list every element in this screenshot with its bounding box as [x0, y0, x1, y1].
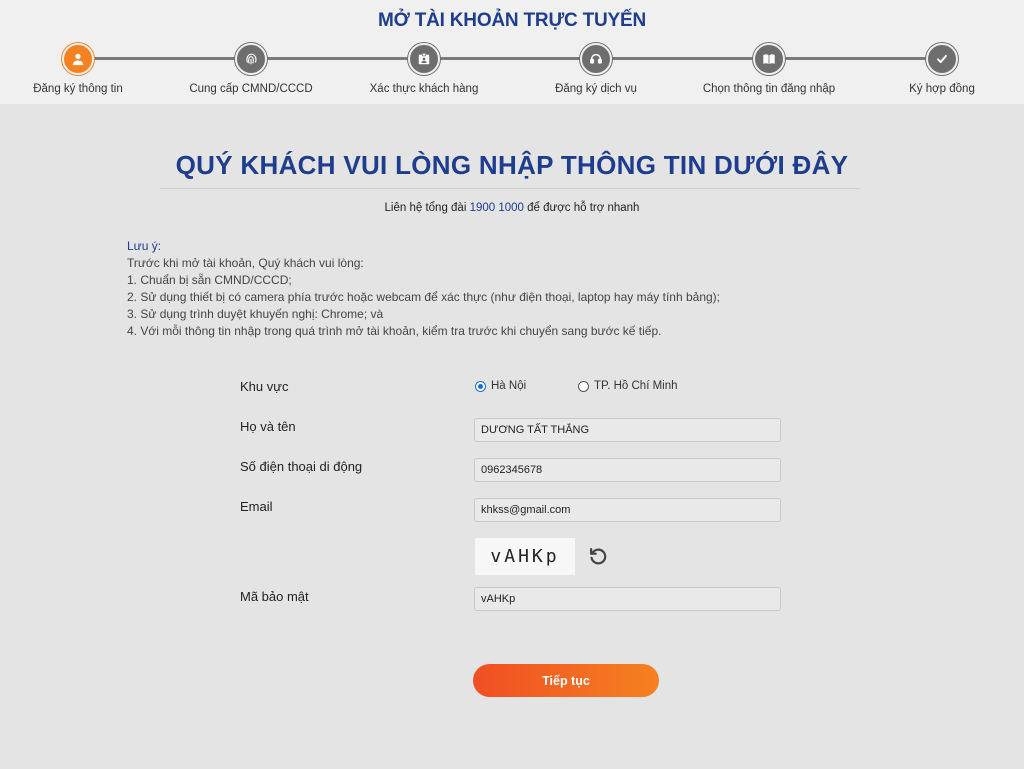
step-register-service: Đăng ký dịch vụ: [511, 43, 681, 95]
step-login-info: Chọn thông tin đăng nhập: [684, 43, 854, 95]
radio-hcm[interactable]: [578, 380, 589, 392]
region-option-hcm[interactable]: TP. Hồ Chí Minh: [578, 380, 678, 392]
notice-item: 3. Sử dụng trình duyệt khuyến nghị: Chro…: [127, 307, 384, 321]
region-option-label: TP. Hồ Chí Minh: [594, 380, 678, 392]
notice-title: Lưu ý:: [127, 239, 162, 253]
refresh-captcha-icon[interactable]: [587, 545, 609, 567]
notice-intro: Trước khi mở tài khoản, Quý khách vui lò…: [127, 256, 364, 270]
step-label: Chọn thông tin đăng nhập: [702, 83, 836, 95]
step-label: Đăng ký dịch vụ: [555, 83, 637, 95]
full-name-field[interactable]: DƯƠNG TẤT THẮNG: [474, 418, 781, 442]
step-label: Đăng ký thông tin: [33, 83, 123, 95]
hotline-prefix: Liên hệ tổng đài: [384, 202, 470, 214]
book-icon: [753, 43, 785, 75]
notice-block: Lưu ý: Trước khi mở tài khoản, Quý khách…: [127, 238, 720, 340]
phone-field[interactable]: 0962345678: [474, 458, 781, 482]
hotline-number[interactable]: 1900 1000: [470, 202, 524, 214]
security-code-label: Mã bảo mật: [240, 589, 309, 604]
page-title: QUÝ KHÁCH VUI LÒNG NHẬP THÔNG TIN DƯỚI Đ…: [175, 150, 849, 180]
check-icon: [926, 43, 958, 75]
step-provide-id: Cung cấp CMND/CCCD: [166, 43, 336, 95]
notice-item: 4. Với mỗi thông tin nhập trong quá trìn…: [127, 324, 662, 338]
region-option-hanoi[interactable]: Hà Nội: [475, 380, 526, 392]
page-header-title: MỞ TÀI KHOẢN TRỰC TUYẾN: [377, 10, 647, 31]
id-card-icon: [408, 43, 440, 75]
notice-item: 1. Chuẩn bị sẵn CMND/CCCD;: [127, 273, 292, 287]
full-name-label: Họ và tên: [240, 419, 296, 434]
step-sign-contract: Ký hợp đồng: [857, 43, 1024, 95]
security-code-field[interactable]: vAHKp: [474, 587, 781, 611]
progress-header: MỞ TÀI KHOẢN TRỰC TUYẾN Đăng ký thông ti…: [0, 0, 1024, 104]
hotline-text: Liên hệ tổng đài 1900 1000 để được hỗ tr…: [0, 202, 1024, 214]
fingerprint-icon: [235, 43, 267, 75]
email-field[interactable]: khkss@gmail.com: [474, 498, 781, 522]
radio-hanoi[interactable]: [475, 380, 486, 392]
captcha-image: vAHKp: [475, 538, 575, 575]
user-icon: [62, 43, 94, 75]
region-label: Khu vực: [240, 379, 289, 394]
step-register-info: Đăng ký thông tin: [0, 43, 163, 95]
step-label: Cung cấp CMND/CCCD: [189, 83, 313, 95]
notice-item: 2. Sử dụng thiết bị có camera phía trước…: [127, 290, 720, 304]
phone-label: Số điện thoại di động: [240, 459, 363, 474]
hotline-suffix: để được hỗ trợ nhanh: [523, 202, 640, 214]
title-divider: [160, 188, 860, 189]
step-label: Ký hợp đồng: [909, 83, 975, 95]
step-verify-customer: Xác thực khách hàng: [339, 43, 509, 95]
continue-button[interactable]: Tiếp tục: [473, 664, 659, 697]
support-icon: [580, 43, 612, 75]
step-label: Xác thực khách hàng: [369, 83, 479, 95]
email-label: Email: [240, 499, 273, 514]
region-option-label: Hà Nội: [491, 380, 527, 392]
